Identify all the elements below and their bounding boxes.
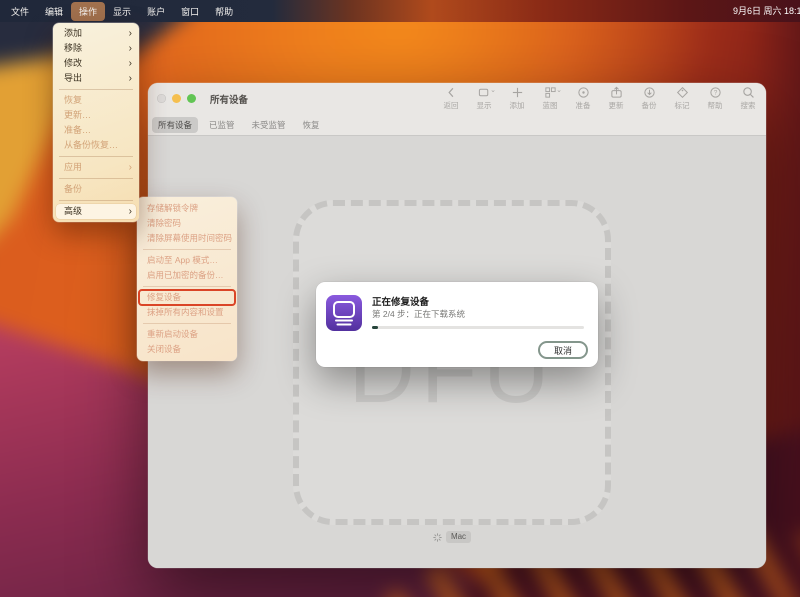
menubar-item-edit[interactable]: 编辑 (37, 2, 71, 21)
submenu-arrow-icon: › (129, 41, 132, 56)
chevron-down-icon: ⌄ (556, 88, 562, 94)
menu-item-apply: 应用› (53, 160, 139, 175)
menu-item-advanced[interactable]: 高级› (56, 204, 136, 219)
traffic-lights (157, 94, 196, 103)
advanced-submenu: 存储解锁令牌 清除密码 清除屏幕使用时间密码 启动至 App 模式… 启用已加密… (137, 197, 237, 361)
spinner-icon (433, 533, 442, 542)
toolbar-help-button[interactable]: ? 帮助 (702, 86, 728, 111)
submenu-item-enable-encrypted-backup: 启用已加密的备份… (137, 268, 237, 283)
chevron-left-icon (445, 86, 458, 99)
help-icon: ? (709, 86, 722, 99)
toolbar-blueprints-button[interactable]: ⌄ 蓝图 (537, 86, 563, 111)
menu-item-add[interactable]: 添加› (53, 26, 139, 41)
tab-recovery[interactable]: 恢复 (297, 117, 326, 133)
dialog-step-text: 第 2/4 步：正在下载系统 (372, 308, 465, 320)
submenu-item-store-unlock-token: 存储解锁令牌 (137, 201, 237, 216)
menu-item-backup: 备份 (53, 182, 139, 197)
submenu-item-clear-passcode: 清除密码 (137, 216, 237, 231)
device-row[interactable]: Mac (293, 531, 611, 543)
view-icon (478, 86, 491, 99)
menu-separator (59, 89, 133, 90)
window-toolbar: 返回 ⌄ 显示 添加 ⌄ 蓝图 准备 更新 (438, 86, 761, 111)
svg-text:?: ? (713, 90, 717, 97)
blueprints-icon (544, 86, 557, 99)
menubar-item-window[interactable]: 窗口 (173, 2, 207, 21)
configurator-app-icon (325, 294, 363, 332)
submenu-item-erase-all-content: 抹掉所有内容和设置 (137, 305, 237, 320)
tag-icon (676, 86, 689, 99)
menu-separator (143, 249, 231, 250)
window-titlebar: 所有设备 返回 ⌄ 显示 添加 ⌄ 蓝图 准备 (148, 83, 766, 115)
menubar-item-account[interactable]: 账户 (139, 2, 173, 21)
menubar-item-actions[interactable]: 操作 (71, 2, 105, 21)
submenu-item-shutdown-device: 关闭设备 (137, 342, 237, 357)
toolbar-add-button[interactable]: 添加 (504, 86, 530, 111)
menu-item-update: 更新… (53, 108, 139, 123)
menubar-item-help[interactable]: 帮助 (207, 2, 241, 21)
submenu-arrow-icon: › (129, 56, 132, 71)
prepare-icon (577, 86, 590, 99)
menu-separator (143, 286, 231, 287)
menu-separator (143, 323, 231, 324)
update-icon (610, 86, 623, 99)
menu-separator (59, 200, 133, 201)
tab-unsupervised[interactable]: 未受监管 (246, 117, 292, 133)
menu-item-prepare: 准备… (53, 123, 139, 138)
repair-progress-dialog: 正在修复设备 第 2/4 步：正在下载系统 取消 (316, 282, 598, 367)
plus-icon (511, 86, 524, 99)
toolbar-back-button[interactable]: 返回 (438, 86, 464, 111)
menu-item-modify[interactable]: 修改› (53, 56, 139, 71)
dialog-title: 正在修复设备 (372, 294, 429, 308)
progress-bar-fill (372, 326, 378, 329)
minimize-window-button[interactable] (172, 94, 181, 103)
menu-bar: 文件 编辑 操作 显示 账户 窗口 帮助 9月6日 周六 18:11 (0, 0, 800, 22)
menu-item-restore: 恢复 (53, 93, 139, 108)
toolbar-view-button[interactable]: ⌄ 显示 (471, 86, 497, 111)
actions-dropdown-menu: 添加› 移除› 修改› 导出› 恢复 更新… 准备… 从备份恢复… 应用› 备份… (53, 23, 139, 222)
zoom-window-button[interactable] (187, 94, 196, 103)
menu-separator (59, 156, 133, 157)
menu-item-export[interactable]: 导出› (53, 71, 139, 86)
submenu-item-revive-device: 修复设备 (139, 290, 235, 305)
submenu-item-start-app-mode: 启动至 App 模式… (137, 253, 237, 268)
close-window-button[interactable] (157, 94, 166, 103)
toolbar-backup-button[interactable]: 备份 (636, 86, 662, 111)
toolbar-search-button[interactable]: 搜索 (735, 86, 761, 111)
submenu-arrow-icon: › (129, 160, 132, 175)
backup-icon (643, 86, 656, 99)
menu-item-remove[interactable]: 移除› (53, 41, 139, 56)
device-name-badge: Mac (446, 531, 471, 543)
menubar-clock[interactable]: 9月6日 周六 18:11 (733, 0, 800, 22)
submenu-item-clear-screentime-passcode: 清除屏幕使用时间密码 (137, 231, 237, 246)
chevron-down-icon: ⌄ (490, 88, 496, 94)
search-icon (742, 86, 755, 99)
toolbar-tag-button[interactable]: 标记 (669, 86, 695, 111)
submenu-arrow-icon: › (129, 71, 132, 86)
toolbar-prepare-button[interactable]: 准备 (570, 86, 596, 111)
submenu-item-restart-device: 重新启动设备 (137, 327, 237, 342)
cancel-button[interactable]: 取消 (538, 341, 588, 359)
menubar-item-view[interactable]: 显示 (105, 2, 139, 21)
device-filter-tabs: 所有设备 已监管 未受监管 恢复 (148, 115, 766, 136)
tab-supervised[interactable]: 已监管 (203, 117, 241, 133)
menubar-item-file[interactable]: 文件 (3, 2, 37, 21)
toolbar-update-button[interactable]: 更新 (603, 86, 629, 111)
window-title: 所有设备 (210, 92, 248, 106)
progress-bar (372, 326, 584, 329)
menu-separator (59, 178, 133, 179)
menu-item-restore-from-backup: 从备份恢复… (53, 138, 139, 153)
submenu-arrow-icon: › (129, 26, 132, 41)
tab-all-devices[interactable]: 所有设备 (152, 117, 198, 133)
submenu-arrow-icon: › (129, 204, 132, 219)
